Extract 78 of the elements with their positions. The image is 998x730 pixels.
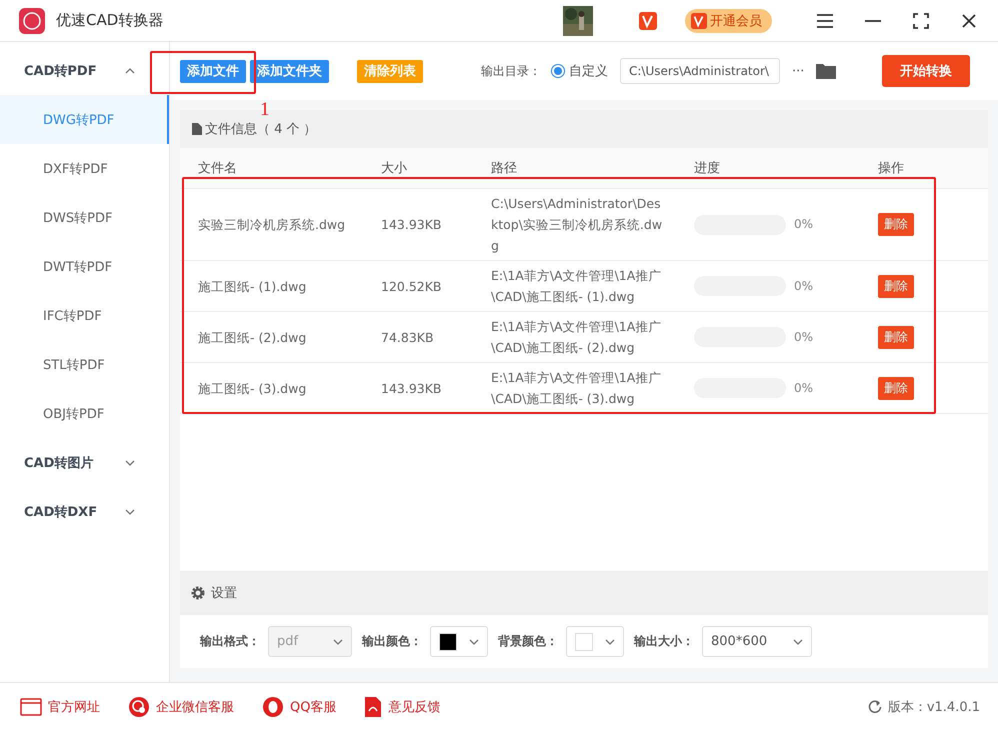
- pdf-document-icon: [364, 696, 382, 718]
- progress-text: 0%: [794, 380, 814, 396]
- sidebar-group[interactable]: CAD转图片: [0, 438, 169, 487]
- output-path-field[interactable]: C:\Users\Administrator\: [620, 58, 780, 84]
- start-convert-button[interactable]: 开始转换: [882, 55, 970, 87]
- sidebar-group[interactable]: CAD转PDF: [0, 46, 169, 95]
- sidebar-item[interactable]: DWS转PDF: [0, 193, 169, 242]
- chat-icon: [128, 696, 150, 718]
- chevron-icon: [605, 638, 615, 644]
- progress-text: 0%: [794, 278, 814, 294]
- column-header: 操作: [878, 148, 988, 189]
- chevron-icon: [793, 638, 803, 644]
- file-info-title: 文件信息（ 4 个 ）: [205, 121, 317, 138]
- path-cell-text: E:\1A菲方\A文件管理\1A推广\CAD\施工图纸- (2).dwg: [491, 318, 662, 357]
- vip-icon: [691, 12, 707, 28]
- file-name-cell-text: 实验三制冷机房系统.dwg: [198, 216, 346, 234]
- sidebar-item[interactable]: DWG转PDF: [0, 95, 169, 144]
- delete-button[interactable]: 删除: [878, 274, 914, 298]
- sidebar-item[interactable]: OBJ转PDF: [0, 389, 169, 438]
- sidebar-group[interactable]: CAD转DXF: [0, 487, 169, 536]
- chevron-icon: [469, 638, 479, 644]
- footer-link[interactable]: 企业微信客服: [128, 696, 234, 718]
- progress-text: 0%: [794, 328, 814, 346]
- radio-label: 自定义: [569, 63, 608, 80]
- size-cell-text: 120.52KB: [381, 278, 443, 296]
- footer-link[interactable]: 官方网址: [20, 698, 100, 716]
- setting-label: 输出颜色：: [362, 633, 422, 650]
- vip-badge-icon: [639, 12, 657, 30]
- color-select[interactable]: [430, 626, 488, 657]
- footer-link[interactable]: 意见反馈: [364, 696, 440, 718]
- website-icon: [20, 698, 42, 716]
- setting-label: 背景颜色：: [498, 633, 558, 650]
- path-cell-text: E:\1A菲方\A文件管理\1A推广\CAD\施工图纸- (3).dwg: [491, 369, 662, 408]
- chevron-icon: [125, 460, 135, 466]
- color-select[interactable]: [566, 626, 624, 657]
- column-header: 进度: [694, 148, 878, 189]
- footer-link[interactable]: QQ客服: [262, 696, 336, 718]
- add-button[interactable]: 添加文件夹: [250, 60, 329, 82]
- file-name-cell-text: 施工图纸- (1).dwg: [198, 278, 308, 296]
- size-cell-text: 143.93KB: [381, 380, 443, 398]
- chevron-icon: [333, 638, 343, 644]
- path-cell-text: E:\1A菲方\A文件管理\1A推广\CAD\施工图纸- (1).dwg: [491, 267, 662, 306]
- select-field[interactable]: 800*600: [702, 626, 812, 657]
- app-title: 优速CAD转换器: [56, 11, 164, 30]
- setting-label: 输出格式：: [200, 633, 260, 650]
- annotation-number: 1: [260, 100, 270, 119]
- delete-button[interactable]: 删除: [878, 376, 914, 400]
- delete-button[interactable]: 删除: [878, 326, 914, 348]
- progress-text: 0%: [794, 216, 814, 233]
- folder-icon[interactable]: [816, 63, 836, 79]
- file-icon: [192, 123, 202, 135]
- refresh-icon: [868, 700, 882, 714]
- app-logo-icon: [18, 6, 46, 34]
- column-header: 文件名: [180, 148, 381, 189]
- chevron-icon: [125, 508, 135, 514]
- output-dir-label: 输出目录：: [481, 62, 541, 80]
- file-name-cell-text: 施工图纸- (3).dwg: [198, 380, 308, 398]
- sidebar-item[interactable]: STL转PDF: [0, 340, 169, 389]
- size-cell-text: 143.93KB: [381, 216, 443, 234]
- settings-title: 设置: [211, 585, 237, 602]
- version-text: 版本：v1.4.0.1: [888, 698, 980, 716]
- sidebar-item[interactable]: DXF转PDF: [0, 144, 169, 193]
- more-button[interactable]: ···: [792, 64, 804, 78]
- file-name-cell-text: 施工图纸- (2).dwg: [198, 328, 308, 347]
- vip-button[interactable]: 开通会员: [685, 8, 772, 32]
- path-cell-text: C:\Users\Administrator\Desktop\实验三制冷机房系统.dwg: [491, 195, 664, 255]
- setting-label: 输出大小：: [634, 633, 694, 650]
- radio-button[interactable]: [551, 64, 565, 78]
- column-header: 大小: [381, 148, 491, 189]
- add-button[interactable]: 添加文件: [180, 60, 246, 82]
- penguin-icon: [262, 696, 284, 718]
- column-header: 路径: [491, 148, 694, 189]
- sidebar-item[interactable]: IFC转PDF: [0, 291, 169, 340]
- settings-icon: [191, 586, 205, 600]
- size-cell-text: 74.83KB: [381, 328, 435, 346]
- chevron-icon: [125, 68, 135, 74]
- delete-button[interactable]: 删除: [878, 213, 914, 236]
- sidebar-item[interactable]: DWT转PDF: [0, 242, 169, 291]
